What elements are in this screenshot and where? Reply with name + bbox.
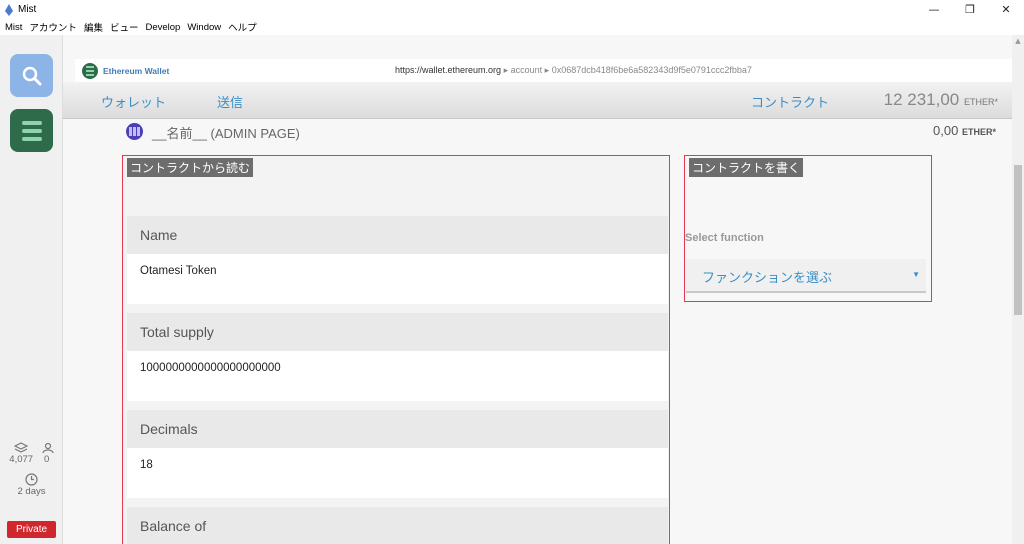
menu-bar: Mist アカウント 編集 ビュー Develop Window ヘルプ xyxy=(0,19,1024,35)
chevron-down-icon: ▼ xyxy=(912,270,920,279)
sidebar: 4,077 0 2 days Private xyxy=(0,35,63,544)
field-label-decimals: Decimals xyxy=(127,410,668,448)
account-header: __名前__ (ADMIN PAGE) 0,00 ETHER* xyxy=(126,122,996,142)
field-label-total-supply: Total supply xyxy=(127,313,668,351)
scroll-up-icon[interactable]: ▲ xyxy=(1012,37,1024,45)
layers-icon xyxy=(14,442,29,453)
field-value-total-supply: 1000000000000000000000 xyxy=(127,351,668,401)
network-stats: 4,077 0 2 days xyxy=(0,442,63,497)
network-badge: Private xyxy=(7,521,56,538)
search-icon xyxy=(22,66,41,85)
last-block-time: 2 days xyxy=(17,486,46,497)
window-title: Mist xyxy=(18,4,37,15)
peers-count: 4,077 xyxy=(9,454,34,465)
field-value-name: Otamesi Token xyxy=(127,254,668,304)
menu-mist[interactable]: Mist xyxy=(5,22,22,33)
menu-view[interactable]: ビュー xyxy=(110,20,139,34)
wallet-icon xyxy=(21,120,42,125)
users-count: 0 xyxy=(44,454,50,465)
account-balance: 0,00 ETHER* xyxy=(933,123,996,138)
field-label-balance-of: Balance of xyxy=(127,507,668,544)
field-label-name: Name xyxy=(127,216,668,254)
restore-button[interactable]: ❐ xyxy=(952,0,988,19)
wallet-app-button[interactable] xyxy=(10,109,53,152)
ethereum-wallet-icon xyxy=(82,62,98,79)
mist-logo-icon xyxy=(5,3,13,16)
read-contract-panel: コントラクトから読む Name Otamesi Token Total supp… xyxy=(122,155,670,544)
nav-send[interactable]: 送信 xyxy=(217,92,243,111)
users-icon xyxy=(42,442,54,454)
nav-contracts[interactable]: コントラクト xyxy=(751,92,829,111)
main-content: Ethereum Wallet https://wallet.ethereum.… xyxy=(63,35,1024,544)
scrollbar-thumb[interactable] xyxy=(1014,165,1022,315)
function-select-value: ファンクションを選ぶ xyxy=(702,270,833,285)
close-button[interactable]: ✕ xyxy=(988,0,1024,19)
function-select[interactable]: ファンクションを選ぶ ▼ xyxy=(686,259,926,293)
menu-help[interactable]: ヘルプ xyxy=(228,20,257,34)
total-balance: 12 231,00 ETHER* xyxy=(883,90,998,109)
write-contract-title: コントラクトを書く xyxy=(689,158,804,177)
wallet-navbar: ウォレット 送信 コントラクト 12 231,00 ETHER* xyxy=(63,82,1012,119)
write-contract-panel: コントラクトを書く Select function ファンクションを選ぶ ▼ xyxy=(684,155,932,302)
menu-edit[interactable]: 編集 xyxy=(84,20,103,34)
menu-develop[interactable]: Develop xyxy=(145,22,180,33)
minimize-button[interactable]: — xyxy=(916,0,952,19)
url-address[interactable]: https://wallet.ethereum.org ▸ account ▸ … xyxy=(395,65,752,76)
clock-icon xyxy=(25,473,38,486)
field-value-decimals: 18 xyxy=(127,448,668,498)
nav-wallets[interactable]: ウォレット xyxy=(101,92,166,111)
account-name: __名前__ (ADMIN PAGE) xyxy=(152,126,300,141)
menu-window[interactable]: Window xyxy=(187,22,221,33)
app-name: Ethereum Wallet xyxy=(103,65,170,76)
read-contract-title: コントラクトから読む xyxy=(127,158,254,177)
menu-accounts[interactable]: アカウント xyxy=(29,20,77,34)
account-identicon xyxy=(126,123,143,140)
title-bar: Mist — ❐ ✕ xyxy=(0,0,1024,19)
browse-button[interactable] xyxy=(10,54,53,97)
scrollbar[interactable]: ▲ xyxy=(1012,35,1024,544)
select-function-label: Select function xyxy=(685,232,764,244)
url-bar[interactable]: Ethereum Wallet https://wallet.ethereum.… xyxy=(75,59,1012,82)
